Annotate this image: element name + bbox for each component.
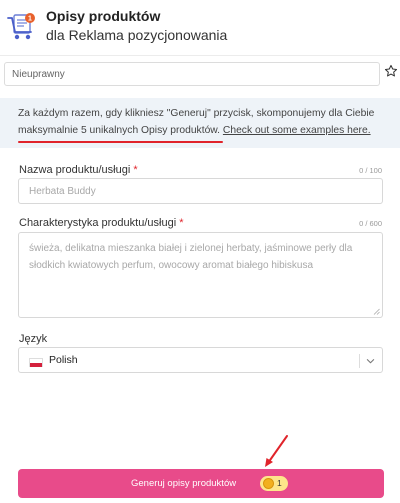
- generate-button[interactable]: Generuj opisy produktów 1: [18, 469, 384, 498]
- product-name-placeholder: Herbata Buddy: [29, 186, 96, 197]
- language-label: Język: [19, 333, 48, 345]
- characteristics-label: Charakterystyka produktu/usługi *: [19, 217, 184, 229]
- page-title: Opisy produktów: [46, 8, 161, 24]
- examples-link[interactable]: Check out some examples here.: [223, 125, 371, 136]
- annotation-arrow-icon: [265, 435, 288, 467]
- required-mark: *: [133, 164, 138, 176]
- highlight-underline: [18, 141, 223, 143]
- header: 1 Opisy produktów dla Reklama pozycjonow…: [0, 0, 400, 54]
- language-value: Polish: [49, 354, 78, 366]
- coin-icon: [263, 478, 274, 489]
- chevron-down-icon[interactable]: [366, 357, 375, 365]
- resize-handle-icon[interactable]: [373, 308, 380, 315]
- star-outline-icon[interactable]: [384, 64, 398, 78]
- generate-button-label: Generuj opisy produktów: [131, 478, 237, 489]
- select-divider: [359, 354, 360, 368]
- page-subtitle: dla Reklama pozycjonowania: [46, 27, 228, 43]
- characteristics-placeholder: świeża, delikatna mieszanka białej i zie…: [29, 243, 353, 271]
- badge-count: 1: [28, 16, 32, 23]
- characteristics-counter: 0 / 600: [359, 219, 382, 228]
- info-text-before: Za każdym razem, gdy klikniesz "Generuj"…: [18, 108, 375, 119]
- product-name-input[interactable]: Herbata Buddy: [18, 178, 383, 204]
- status-field[interactable]: Nieuprawny: [4, 62, 380, 86]
- credit-count: 1: [277, 478, 282, 488]
- info-text: Za każdym razem, gdy klikniesz "Generuj"…: [18, 105, 390, 139]
- credit-badge: 1: [260, 476, 288, 491]
- poland-flag-icon: [29, 358, 43, 367]
- info-highlight: maksymalnie 5 unikalnych Opisy produktów: [18, 125, 218, 136]
- language-select[interactable]: Polish: [18, 347, 383, 373]
- header-divider: [0, 55, 400, 56]
- product-name-label: Nazwa produktu/usługi *: [19, 164, 138, 176]
- cart-document-icon: 1: [7, 13, 35, 40]
- product-name-counter: 0 / 100: [359, 166, 382, 175]
- status-value: Nieuprawny: [12, 69, 65, 80]
- characteristics-textarea[interactable]: świeża, delikatna mieszanka białej i zie…: [18, 232, 383, 318]
- required-mark: *: [179, 217, 184, 229]
